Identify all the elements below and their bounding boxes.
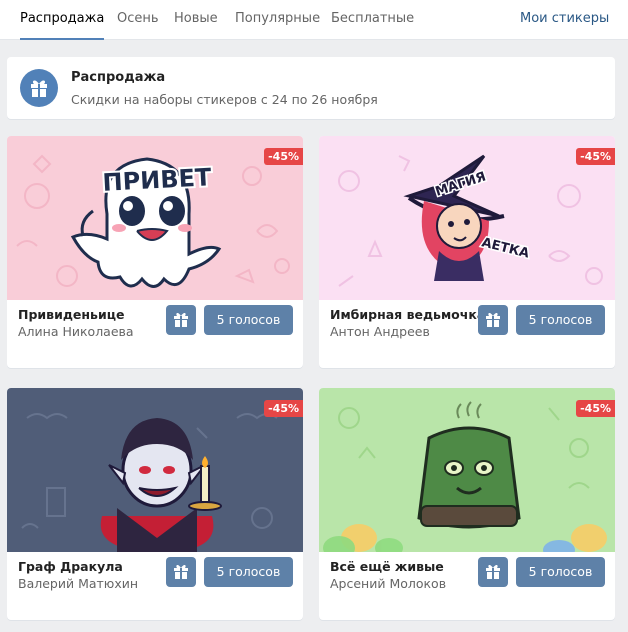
- buy-button[interactable]: 5 голосов: [516, 557, 605, 587]
- tab-bar: Распродажа Осень Новые Популярные Беспла…: [0, 0, 628, 40]
- sticker-preview-zombie[interactable]: -45%: [319, 388, 615, 552]
- gift-icon: [486, 312, 500, 327]
- my-stickers-link[interactable]: Мои стикеры: [520, 0, 609, 40]
- gift-button[interactable]: [478, 305, 508, 335]
- gift-icon: [174, 312, 188, 327]
- buy-button[interactable]: 5 голосов: [204, 557, 293, 587]
- tab-free[interactable]: Бесплатные: [331, 0, 414, 40]
- buy-button[interactable]: 5 голосов: [204, 305, 293, 335]
- tab-new[interactable]: Новые: [174, 0, 218, 40]
- sticker-card[interactable]: ПРИВЕТ -45% Привиденьице Алина Николаева…: [7, 136, 303, 368]
- discount-badge: -45%: [576, 400, 615, 417]
- discount-badge: -45%: [264, 148, 303, 165]
- sticker-pack-title[interactable]: Привиденьице: [18, 307, 124, 322]
- gift-icon: [20, 69, 58, 107]
- sticker-pack-author: Арсений Молоков: [330, 576, 447, 591]
- sticker-pack-title[interactable]: Всё ещё живые: [330, 559, 444, 574]
- sticker-caption: ПРИВЕТ: [102, 163, 213, 197]
- tab-autumn[interactable]: Осень: [117, 0, 159, 40]
- sticker-card[interactable]: -45% Всё ещё живые Арсений Молоков 5 гол…: [319, 388, 615, 620]
- tab-sale[interactable]: Распродажа: [20, 0, 105, 40]
- sticker-preview-dracula[interactable]: -45%: [7, 388, 303, 552]
- sticker-card[interactable]: МАГИЯ АЕТКА -45% Имбирная ведьмочка Анто…: [319, 136, 615, 368]
- banner-title: Распродажа: [71, 70, 166, 85]
- sticker-pack-author: Антон Андреев: [330, 324, 430, 339]
- gift-button[interactable]: [478, 557, 508, 587]
- buy-button[interactable]: 5 голосов: [516, 305, 605, 335]
- sticker-preview-ghost[interactable]: ПРИВЕТ -45%: [7, 136, 303, 300]
- discount-badge: -45%: [264, 400, 303, 417]
- sticker-pack-author: Алина Николаева: [18, 324, 134, 339]
- gift-icon: [174, 564, 188, 579]
- sticker-pack-title[interactable]: Граф Дракула: [18, 559, 123, 574]
- gift-icon: [486, 564, 500, 579]
- sticker-card[interactable]: -45% Граф Дракула Валерий Матюхин 5 голо…: [7, 388, 303, 620]
- discount-badge: -45%: [576, 148, 615, 165]
- gift-button[interactable]: [166, 557, 196, 587]
- banner-subtitle: Скидки на наборы стикеров с 24 по 26 ноя…: [71, 92, 378, 107]
- gift-button[interactable]: [166, 305, 196, 335]
- sale-banner: Распродажа Скидки на наборы стикеров с 2…: [7, 57, 615, 119]
- sticker-preview-witch[interactable]: МАГИЯ АЕТКА -45%: [319, 136, 615, 300]
- tab-popular[interactable]: Популярные: [235, 0, 320, 40]
- sticker-pack-title[interactable]: Имбирная ведьмочка: [330, 307, 485, 322]
- sticker-pack-author: Валерий Матюхин: [18, 576, 139, 591]
